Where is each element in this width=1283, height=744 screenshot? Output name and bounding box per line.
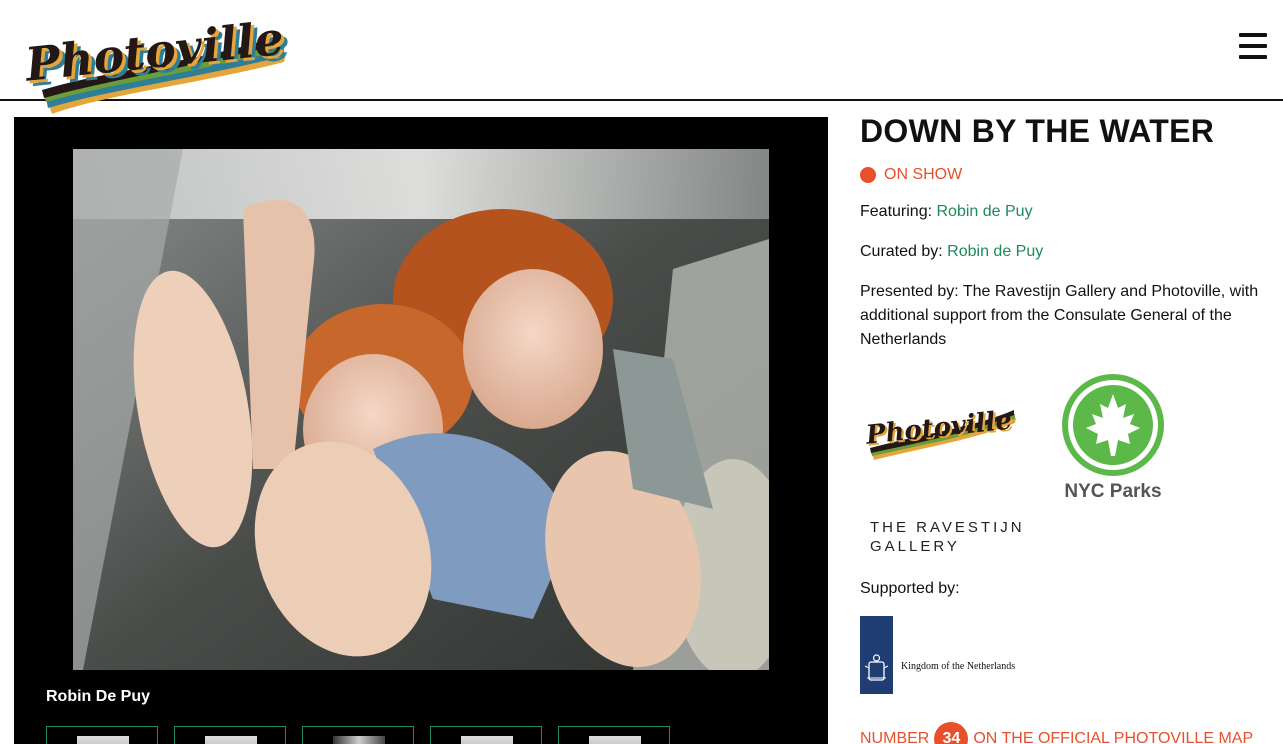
ravestijn-gallery-logo[interactable]: THE RAVESTIJN GALLERY xyxy=(870,518,1025,556)
hamburger-menu-button[interactable] xyxy=(1239,33,1267,59)
thumbnail-image xyxy=(205,736,257,744)
presented-by-text: Presented by: The Ravestijn Gallery and … xyxy=(860,283,1259,348)
featuring-label: Featuring: xyxy=(860,203,933,220)
featuring-artist-link[interactable]: Robin de Puy xyxy=(937,203,1033,220)
curated-label: Curated by: xyxy=(860,243,943,260)
thumbnail[interactable] xyxy=(302,726,414,744)
map-suffix: ON THE OFFICIAL PHOTOVILLE MAP xyxy=(973,730,1254,744)
thumbnail[interactable] xyxy=(174,726,286,744)
thumbnail-image xyxy=(461,736,513,744)
netherlands-crest-icon xyxy=(860,616,893,694)
photo-gallery: Robin De Puy xyxy=(14,117,828,744)
thumbnail-strip xyxy=(46,726,670,744)
curated-line: Curated by: Robin de Puy xyxy=(860,240,1272,264)
featuring-line: Featuring: Robin de Puy xyxy=(860,200,1272,224)
nyc-parks-text: NYC Parks xyxy=(1064,481,1162,502)
maple-leaf-icon xyxy=(1062,374,1164,476)
thumbnail[interactable] xyxy=(46,726,158,744)
thumbnail-image xyxy=(333,736,385,744)
nyc-parks-logo[interactable]: NYC Parks xyxy=(1060,372,1166,506)
kingdom-netherlands-text: Kingdom of the Netherlands xyxy=(901,661,1016,672)
ravestijn-line2: GALLERY xyxy=(870,538,960,555)
ravestijn-line1: THE RAVESTIJN xyxy=(870,519,1025,536)
main-photo[interactable] xyxy=(73,149,769,670)
supported-by-label: Supported by: xyxy=(860,580,960,597)
photoville-logo[interactable]: Photoville Photoville Photoville xyxy=(18,12,290,116)
kingdom-netherlands-logo[interactable]: Kingdom of the Netherlands xyxy=(860,616,1272,696)
map-number-line[interactable]: NUMBER 34 ON THE OFFICIAL PHOTOVILLE MAP xyxy=(860,722,1253,744)
exhibit-info: DOWN BY THE WATER ON SHOW Featuring: Rob… xyxy=(860,112,1272,696)
status-text: ON SHOW xyxy=(884,166,963,183)
partner-logos: Photoville Photoville NYC Parks THE RAVE… xyxy=(860,372,1272,572)
photoville-partner-logo[interactable]: Photoville Photoville xyxy=(862,400,1018,464)
hamburger-icon-bar xyxy=(1239,33,1267,37)
thumbnail-image xyxy=(589,736,641,744)
curator-link[interactable]: Robin de Puy xyxy=(947,243,1043,260)
thumbnail[interactable] xyxy=(558,726,670,744)
thumbnail[interactable] xyxy=(430,726,542,744)
status-badge: ON SHOW xyxy=(860,166,1272,184)
exhibit-title: DOWN BY THE WATER xyxy=(860,113,1215,149)
map-number-badge: 34 xyxy=(934,722,969,744)
hamburger-icon-bar xyxy=(1239,55,1267,59)
thumbnail-image xyxy=(77,736,129,744)
photo-caption: Robin De Puy xyxy=(46,688,151,705)
status-dot-icon xyxy=(860,167,876,183)
map-prefix: NUMBER xyxy=(860,730,930,744)
hamburger-icon-bar xyxy=(1239,44,1267,48)
